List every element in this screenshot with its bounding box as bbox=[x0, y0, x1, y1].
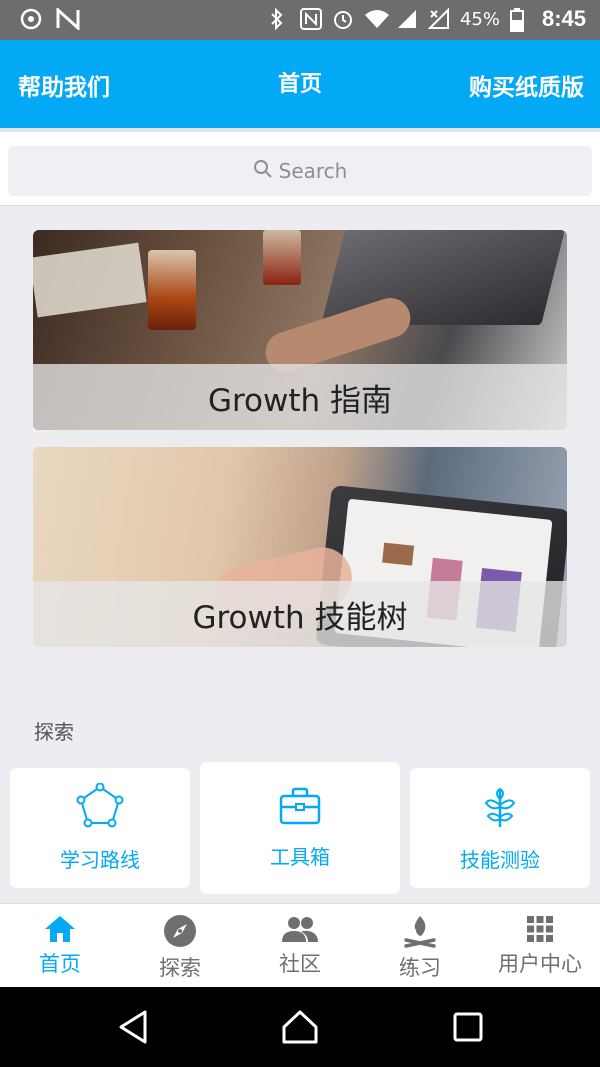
toolbox-icon bbox=[278, 786, 322, 831]
search-bar: Search bbox=[0, 132, 600, 206]
nav-explore[interactable]: 探索 bbox=[120, 904, 240, 988]
home-system-icon[interactable] bbox=[280, 1007, 320, 1047]
signal-icon bbox=[396, 8, 418, 30]
app-bar: 帮助我们 首页 购买纸质版 bbox=[0, 40, 600, 128]
tile-label: 学习路线 bbox=[60, 848, 140, 872]
nav-user-center[interactable]: 用户中心 bbox=[480, 904, 600, 988]
nav-community[interactable]: 社区 bbox=[240, 904, 360, 988]
sprout-icon bbox=[480, 783, 520, 834]
glass-image bbox=[263, 230, 301, 285]
alarm-icon bbox=[332, 8, 354, 30]
n-notification-icon bbox=[56, 6, 80, 32]
battery-icon bbox=[509, 8, 532, 32]
help-us-button[interactable]: 帮助我们 bbox=[18, 68, 110, 102]
paper-image bbox=[33, 242, 147, 318]
bluetooth-icon bbox=[268, 7, 290, 31]
nav-label: 探索 bbox=[159, 956, 201, 980]
app-notification-icon bbox=[20, 8, 42, 30]
signal-no-data-icon bbox=[427, 7, 450, 30]
battery-percent: 45% bbox=[459, 8, 500, 30]
search-icon bbox=[253, 159, 273, 184]
recents-icon[interactable] bbox=[448, 1007, 488, 1047]
buy-print-button[interactable]: 购买纸质版 bbox=[469, 68, 584, 102]
tile-label: 工具箱 bbox=[270, 845, 330, 869]
section-title: 探索 bbox=[34, 720, 74, 744]
glass-image bbox=[148, 250, 196, 330]
page-title: 首页 bbox=[277, 72, 322, 97]
search-placeholder: Search bbox=[278, 159, 348, 183]
card-caption: Growth 指南 bbox=[33, 364, 567, 430]
tile-toolbox[interactable]: 工具箱 bbox=[200, 762, 400, 894]
nav-label: 社区 bbox=[279, 952, 321, 976]
nav-label: 练习 bbox=[399, 956, 441, 980]
card-caption: Growth 技能树 bbox=[33, 581, 567, 647]
growth-skill-tree-card[interactable]: Growth 技能树 bbox=[33, 447, 567, 647]
clock: 8:45 bbox=[541, 6, 586, 31]
tile-label: 技能测验 bbox=[460, 848, 540, 872]
campfire-icon bbox=[402, 914, 438, 948]
wifi-icon bbox=[364, 8, 389, 30]
back-icon[interactable] bbox=[113, 1007, 153, 1047]
bottom-nav: 首页 探索 社区 练习 用户中心 bbox=[0, 903, 600, 987]
nav-label: 首页 bbox=[39, 952, 81, 976]
nav-practice[interactable]: 练习 bbox=[360, 904, 480, 988]
nfc-icon bbox=[299, 8, 322, 30]
status-bar: 45% 8:45 bbox=[0, 0, 600, 40]
nav-home[interactable]: 首页 bbox=[0, 904, 120, 988]
grid-icon bbox=[525, 914, 555, 944]
tile-learning-path[interactable]: 学习路线 bbox=[10, 768, 190, 888]
route-icon bbox=[76, 782, 124, 834]
tile-skill-quiz[interactable]: 技能测验 bbox=[410, 768, 590, 888]
nav-label: 用户中心 bbox=[498, 952, 582, 976]
compass-icon bbox=[163, 914, 197, 948]
search-input[interactable]: Search bbox=[8, 146, 592, 196]
growth-guide-card[interactable]: Growth 指南 bbox=[33, 230, 567, 430]
system-nav-bar bbox=[0, 987, 600, 1067]
people-icon bbox=[281, 914, 319, 944]
home-icon bbox=[43, 914, 77, 944]
